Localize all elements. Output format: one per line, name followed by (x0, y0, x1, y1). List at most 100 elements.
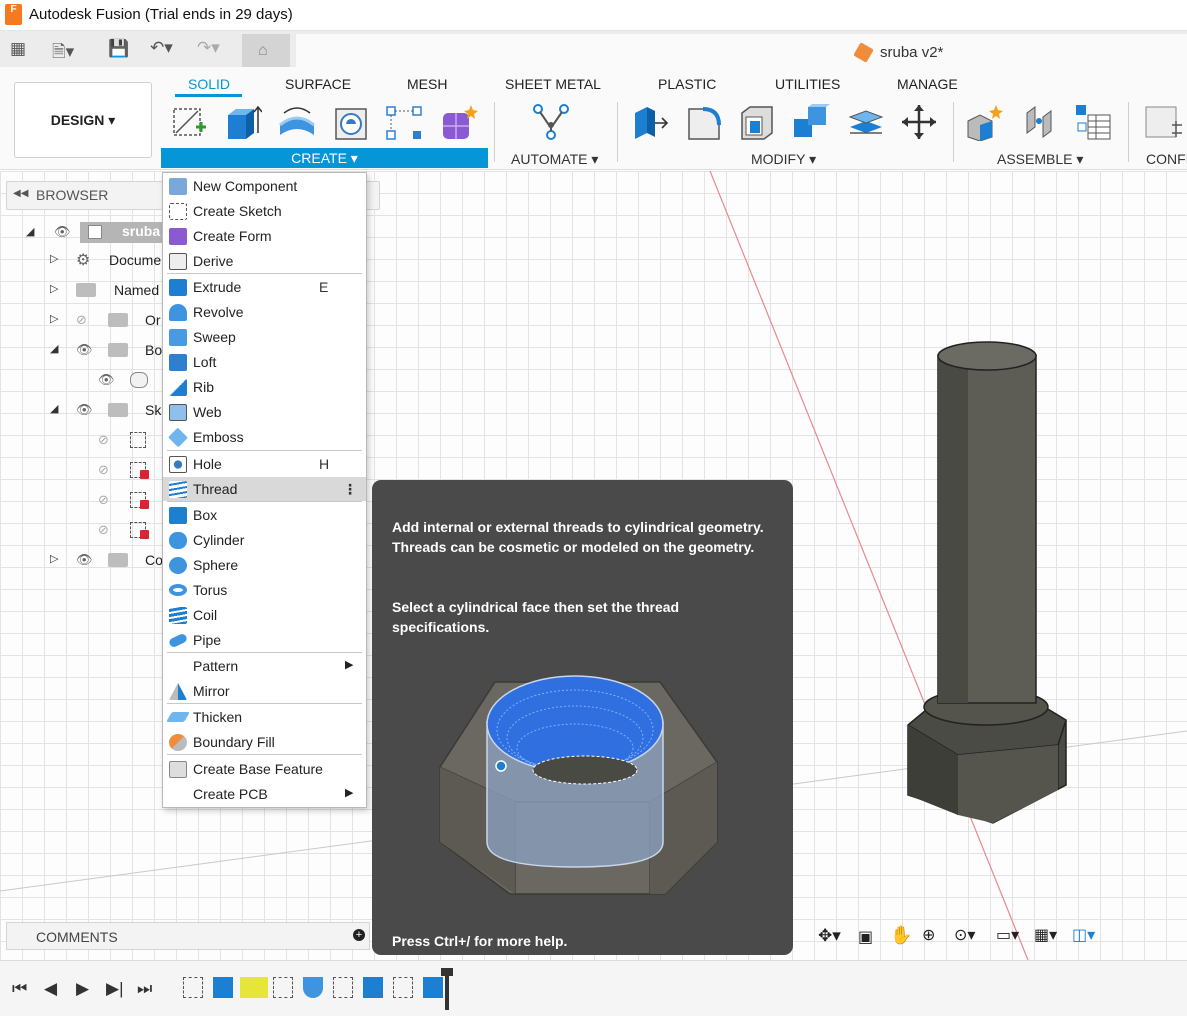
previous-step-button[interactable]: ◀ (44, 979, 57, 999)
menu-item-hole[interactable]: Hole H (163, 452, 366, 476)
look-at-icon[interactable]: ▣ (858, 927, 873, 947)
tab-plastic[interactable]: PLASTIC (658, 76, 716, 92)
menu-item-create-sketch[interactable]: Create Sketch (163, 199, 366, 223)
expand-icon[interactable]: ▷ (50, 282, 58, 295)
timeline-marker[interactable] (445, 970, 449, 1010)
home-tab[interactable]: ⌂ (242, 34, 290, 67)
next-step-button[interactable]: ▶| (106, 979, 124, 999)
timeline-extrude-icon[interactable] (423, 977, 443, 998)
menu-item-mirror[interactable]: Mirror (163, 679, 366, 703)
browser-root-row[interactable]: ◢ 👁 sruba (26, 222, 166, 244)
fillet-icon[interactable] (685, 103, 723, 141)
collapse-icon[interactable]: ◢ (50, 402, 58, 415)
document-tab[interactable] (296, 34, 1187, 67)
configure-icon[interactable] (1144, 103, 1182, 141)
menu-item-create-base-feature[interactable]: Create Base Feature (163, 757, 366, 781)
bolt-model[interactable] (898, 335, 1073, 825)
create-sketch-icon[interactable] (170, 103, 208, 141)
create-dropdown-button[interactable]: CREATE ▾ (161, 148, 488, 168)
menu-item-derive[interactable]: Derive (163, 249, 366, 273)
pan-icon[interactable]: ✋ (890, 925, 912, 946)
tab-surface[interactable]: SURFACE (285, 76, 351, 92)
timeline-extrude-icon[interactable] (213, 977, 233, 998)
tab-mesh[interactable]: MESH (407, 76, 447, 92)
automate-icon[interactable] (532, 103, 570, 141)
add-comment-icon[interactable]: + (353, 929, 365, 941)
timeline-sketch-icon[interactable] (333, 977, 353, 998)
hidden-eye-icon[interactable]: ⊘ (98, 432, 109, 448)
expand-icon[interactable]: ▷ (50, 252, 58, 265)
menu-item-pattern[interactable]: Pattern ▶ (163, 654, 366, 678)
create-form-icon[interactable] (440, 103, 478, 141)
orbit-icon[interactable]: ✥▾ (818, 926, 841, 946)
combine-icon[interactable] (792, 103, 830, 141)
menu-item-create-pcb[interactable]: Create PCB ▶ (163, 782, 366, 806)
save-icon[interactable]: 💾 (108, 39, 129, 59)
redo-icon[interactable]: ↷▾ (197, 38, 220, 58)
design-workspace-button[interactable]: DESIGN ▾ (14, 82, 152, 158)
timeline-sketch-icon[interactable] (393, 977, 413, 998)
tab-solid[interactable]: SOLID (188, 76, 230, 92)
file-icon[interactable]: 🗎▾ (52, 39, 74, 68)
menu-item-emboss[interactable]: Emboss (163, 425, 366, 449)
eye-icon[interactable]: 👁 (54, 224, 71, 240)
menu-item-torus[interactable]: Torus (163, 578, 366, 602)
timeline-thread-icon[interactable] (240, 977, 268, 998)
collapse-icon[interactable]: ◢ (26, 225, 34, 238)
modify-dropdown-button[interactable]: MODIFY ▾ (751, 151, 816, 168)
collapse-icon[interactable]: ◢ (50, 342, 58, 355)
tab-sheet-metal[interactable]: SHEET METAL (505, 76, 601, 92)
expand-icon[interactable]: ▷ (50, 552, 58, 565)
new-component-icon[interactable] (966, 103, 1004, 141)
zoom-icon[interactable]: ⊕ (922, 925, 935, 945)
menu-item-new-component[interactable]: New Component (163, 174, 366, 198)
hole-icon[interactable] (333, 103, 371, 141)
menu-item-box[interactable]: Box (163, 503, 366, 527)
menu-item-cylinder[interactable]: Cylinder (163, 528, 366, 552)
undo-icon[interactable]: ↶▾ (150, 38, 173, 58)
hidden-eye-icon[interactable]: ⊘ (76, 312, 87, 328)
last-step-button[interactable]: ⏭ (137, 979, 152, 999)
menu-item-sphere[interactable]: Sphere (163, 553, 366, 577)
expand-icon[interactable]: ▷ (50, 312, 58, 325)
joint-icon[interactable] (1021, 103, 1059, 141)
menu-item-pipe[interactable]: Pipe (163, 628, 366, 652)
menu-item-rib[interactable]: Rib (163, 375, 366, 399)
menu-item-sweep[interactable]: Sweep (163, 325, 366, 349)
menu-item-thread[interactable]: Thread ⋮ (163, 477, 366, 501)
display-settings-icon[interactable]: ▭▾ (996, 925, 1019, 945)
pattern-icon[interactable] (385, 103, 423, 141)
menu-item-loft[interactable]: Loft (163, 350, 366, 374)
assemble-dropdown-button[interactable]: ASSEMBLE ▾ (997, 151, 1083, 168)
grid-icon[interactable]: ▦ (10, 39, 26, 59)
hidden-eye-icon[interactable]: ⊘ (98, 462, 109, 478)
menu-item-boundary-fill[interactable]: Boundary Fill (163, 730, 366, 754)
tab-manage[interactable]: MANAGE (897, 76, 958, 92)
bill-of-materials-icon[interactable] (1074, 103, 1112, 141)
extrude-icon[interactable] (224, 103, 262, 141)
menu-item-coil[interactable]: Coil (163, 603, 366, 627)
timeline-revolve-icon[interactable] (303, 977, 323, 998)
viewports-icon[interactable]: ◫▾ (1072, 925, 1095, 945)
offset-face-icon[interactable] (846, 103, 884, 141)
more-options-icon[interactable]: ⋮ (343, 481, 357, 498)
menu-item-thicken[interactable]: Thicken (163, 705, 366, 729)
grid-settings-icon[interactable]: ▦▾ (1034, 925, 1057, 945)
eye-icon[interactable]: 👁 (76, 552, 93, 568)
hidden-eye-icon[interactable]: ⊘ (98, 492, 109, 508)
menu-item-web[interactable]: Web (163, 400, 366, 424)
eye-icon[interactable]: 👁 (76, 402, 93, 418)
press-pull-icon[interactable] (631, 103, 669, 141)
timeline-sketch-icon[interactable] (273, 977, 293, 998)
timeline-marker-head[interactable] (441, 968, 453, 976)
menu-item-create-form[interactable]: Create Form (163, 224, 366, 248)
tab-utilities[interactable]: UTILITIES (775, 76, 840, 92)
move-copy-icon[interactable] (900, 103, 938, 141)
hidden-eye-icon[interactable]: ⊘ (98, 522, 109, 538)
collapse-browser-icon[interactable]: ◀◀ (13, 188, 28, 199)
timeline-extrude-icon[interactable] (363, 977, 383, 998)
menu-item-extrude[interactable]: Extrude E (163, 275, 366, 299)
eye-icon[interactable]: 👁 (98, 372, 115, 388)
first-step-button[interactable]: ⏮ (12, 979, 27, 999)
play-button[interactable]: ▶ (76, 979, 89, 999)
